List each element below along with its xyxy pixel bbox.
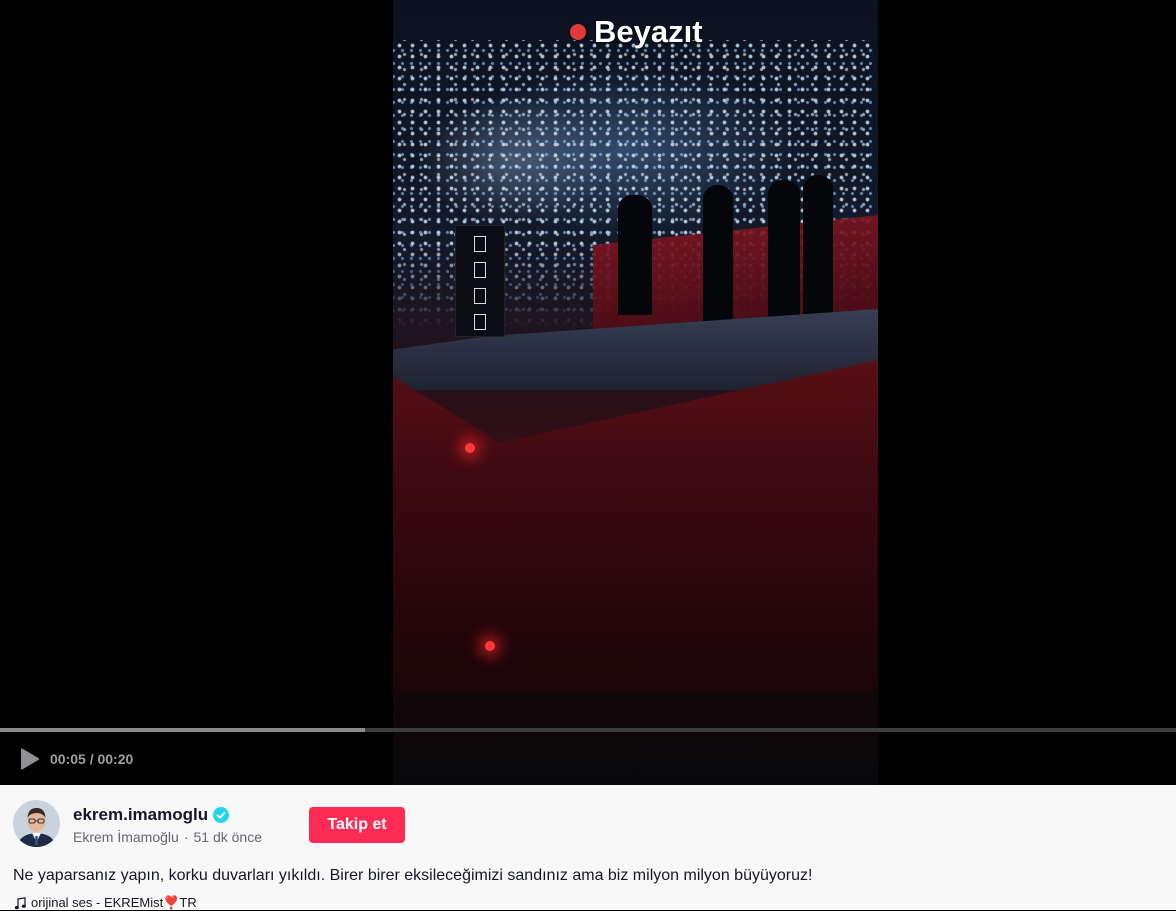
location-tag-text: Beyazıt <box>594 14 703 49</box>
bus-light <box>465 443 475 453</box>
current-time: 00:05 <box>50 751 86 767</box>
player-controls: 00:05 / 00:20 <box>20 748 133 770</box>
bus-side <box>393 360 878 690</box>
subline-separator: · <box>183 829 189 845</box>
verified-badge-icon <box>213 807 230 823</box>
avatar[interactable] <box>13 800 60 847</box>
progress-fill <box>0 728 365 732</box>
avatar-image <box>13 800 60 847</box>
follow-button[interactable]: Takip et <box>309 807 405 843</box>
subline: Ekrem İmamoğlu · 51 dk önce <box>73 829 262 845</box>
location-dot-icon <box>570 24 586 40</box>
post-info: ekrem.imamoglu Ekrem İmamoğlu · 51 dk ön… <box>0 785 1176 910</box>
video-frame[interactable]: Beyazıt <box>393 0 878 785</box>
duration: 00:20 <box>97 751 134 767</box>
username-row: ekrem.imamoglu <box>73 805 230 825</box>
username[interactable]: ekrem.imamoglu <box>73 805 208 825</box>
posted-time: 51 dk önce <box>193 829 262 845</box>
speaker-stack <box>455 225 505 337</box>
time-display: 00:05 / 00:20 <box>50 751 133 767</box>
person-silhouette <box>618 195 652 315</box>
person-silhouette <box>803 175 833 315</box>
location-tag: Beyazıt <box>570 14 703 50</box>
display-name: Ekrem İmamoğlu <box>73 829 179 845</box>
music-title: orijinal ses - EKREMist❣️TR <box>31 895 197 910</box>
play-button[interactable] <box>20 748 40 770</box>
play-icon <box>21 748 39 770</box>
video-player[interactable]: Beyazıt 00:05 / 00:20 <box>0 0 1176 785</box>
music-note-icon <box>14 896 26 909</box>
bus-light <box>485 641 495 651</box>
person-silhouette <box>768 180 800 330</box>
music-link[interactable]: orijinal ses - EKREMist❣️TR <box>14 895 197 911</box>
post-caption: Ne yaparsanız yapın, korku duvarları yık… <box>13 867 813 884</box>
person-silhouette <box>703 185 733 325</box>
progress-bar[interactable] <box>0 728 1176 732</box>
